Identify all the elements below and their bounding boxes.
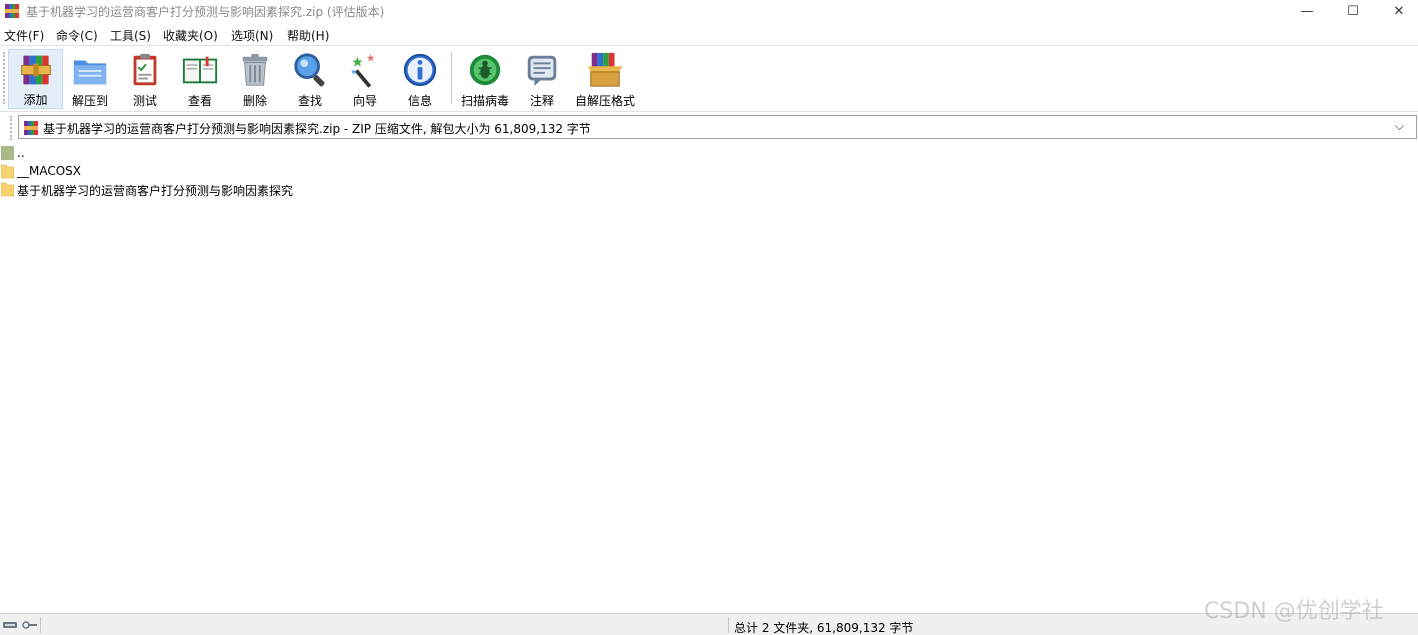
folder-icon — [1, 164, 14, 179]
menu-favorites[interactable]: 收藏夹(O) — [163, 27, 218, 44]
menu-file[interactable]: 文件(F) — [4, 27, 44, 44]
toolbar-grip[interactable] — [3, 52, 5, 104]
wizard-label: 向导 — [352, 94, 377, 108]
test-icon — [133, 53, 157, 86]
sfx-button[interactable]: 自解压格式 — [572, 49, 638, 109]
info-label: 信息 — [407, 94, 432, 108]
virus-scan-label: 扫描病毒 — [460, 94, 509, 108]
menu-command[interactable]: 命令(C) — [56, 27, 98, 44]
list-item[interactable]: 基于机器学习的运营商客户打分预测与影响因素探究 — [0, 180, 400, 198]
list-item[interactable]: __MACOSX — [0, 162, 400, 180]
archive-path-text: 基于机器学习的运营商客户打分预测与影响因素探究.zip - ZIP 压缩文件, … — [43, 122, 591, 136]
add-label: 添加 — [23, 93, 48, 107]
status-divider — [728, 617, 729, 633]
file-name: .. — [17, 146, 25, 160]
list-item-parent[interactable]: .. — [0, 144, 400, 162]
extract-to-button[interactable]: 解压到 — [66, 49, 114, 109]
minimize-button[interactable]: — — [1284, 0, 1330, 22]
virus-scan-button[interactable]: 扫描病毒 — [457, 49, 513, 109]
file-list[interactable]: .. __MACOSX 基于机器学习的运营商客户打分预测与影响因素探究 — [0, 143, 1418, 613]
menu-bar: 文件(F) 命令(C) 工具(S) 收藏夹(O) 选项(N) 帮助(H) — [0, 24, 1418, 44]
sfx-box-icon — [587, 52, 623, 87]
toolbar: 添加 解压到 测试 查看 删除 查找 向导 信息 扫描病毒 注释 自解压格式 — [0, 45, 1418, 110]
wizard-wand-icon — [351, 53, 375, 88]
extract-to-label: 解压到 — [71, 94, 108, 108]
chevron-down-icon[interactable]: ⌵ — [1395, 119, 1404, 134]
magnifier-icon — [294, 53, 325, 87]
folder-icon — [1, 182, 14, 197]
archive-icon — [24, 121, 38, 135]
view-label: 查看 — [187, 94, 212, 108]
menu-options[interactable]: 选项(N) — [231, 27, 273, 44]
file-name: __MACOSX — [17, 164, 82, 178]
toolbar-separator — [451, 52, 452, 104]
menu-tools[interactable]: 工具(S) — [110, 27, 151, 44]
address-bar: 基于机器学习的运营商客户打分预测与影响因素探究.zip - ZIP 压缩文件, … — [0, 111, 1418, 143]
path-combobox[interactable]: 基于机器学习的运营商客户打分预测与影响因素探究.zip - ZIP 压缩文件, … — [18, 115, 1417, 139]
virus-scan-icon — [469, 54, 501, 86]
view-book-icon — [182, 56, 218, 84]
test-button[interactable]: 测试 — [122, 49, 168, 109]
extract-to-icon — [73, 60, 107, 85]
find-label: 查找 — [297, 94, 322, 108]
comment-button[interactable]: 注释 — [519, 49, 565, 109]
comment-label: 注释 — [529, 94, 554, 108]
winrar-app-icon — [5, 4, 19, 18]
info-icon — [403, 53, 437, 87]
status-divider — [40, 617, 41, 633]
trash-icon — [242, 53, 268, 86]
find-button[interactable]: 查找 — [287, 49, 333, 109]
view-button[interactable]: 查看 — [177, 49, 223, 109]
close-button[interactable]: ✕ — [1376, 0, 1418, 22]
add-archive-icon — [20, 55, 51, 85]
status-summary: 总计 2 文件夹, 61,809,132 字节 — [734, 621, 914, 635]
address-grip[interactable] — [10, 116, 12, 140]
sfx-label: 自解压格式 — [574, 94, 635, 108]
comment-icon — [527, 55, 557, 87]
drive-key-icon[interactable] — [2, 618, 38, 632]
parent-folder-icon — [1, 146, 14, 160]
title-bar: 基于机器学习的运营商客户打分预测与影响因素探究.zip (评估版本) — ☐ ✕ — [0, 0, 1418, 22]
add-button[interactable]: 添加 — [8, 49, 63, 109]
winrar-window: 基于机器学习的运营商客户打分预测与影响因素探究.zip (评估版本) — ☐ ✕… — [0, 0, 1418, 635]
delete-button[interactable]: 删除 — [232, 49, 278, 109]
wizard-button[interactable]: 向导 — [342, 49, 388, 109]
menu-help[interactable]: 帮助(H) — [287, 27, 329, 44]
watermark: CSDN @优创学社 — [1204, 599, 1384, 624]
info-button[interactable]: 信息 — [397, 49, 443, 109]
test-label: 测试 — [132, 94, 157, 108]
file-name: 基于机器学习的运营商客户打分预测与影响因素探究 — [17, 184, 294, 198]
delete-label: 删除 — [242, 94, 267, 108]
window-title: 基于机器学习的运营商客户打分预测与影响因素探究.zip (评估版本) — [26, 5, 385, 19]
maximize-button[interactable]: ☐ — [1330, 0, 1376, 22]
